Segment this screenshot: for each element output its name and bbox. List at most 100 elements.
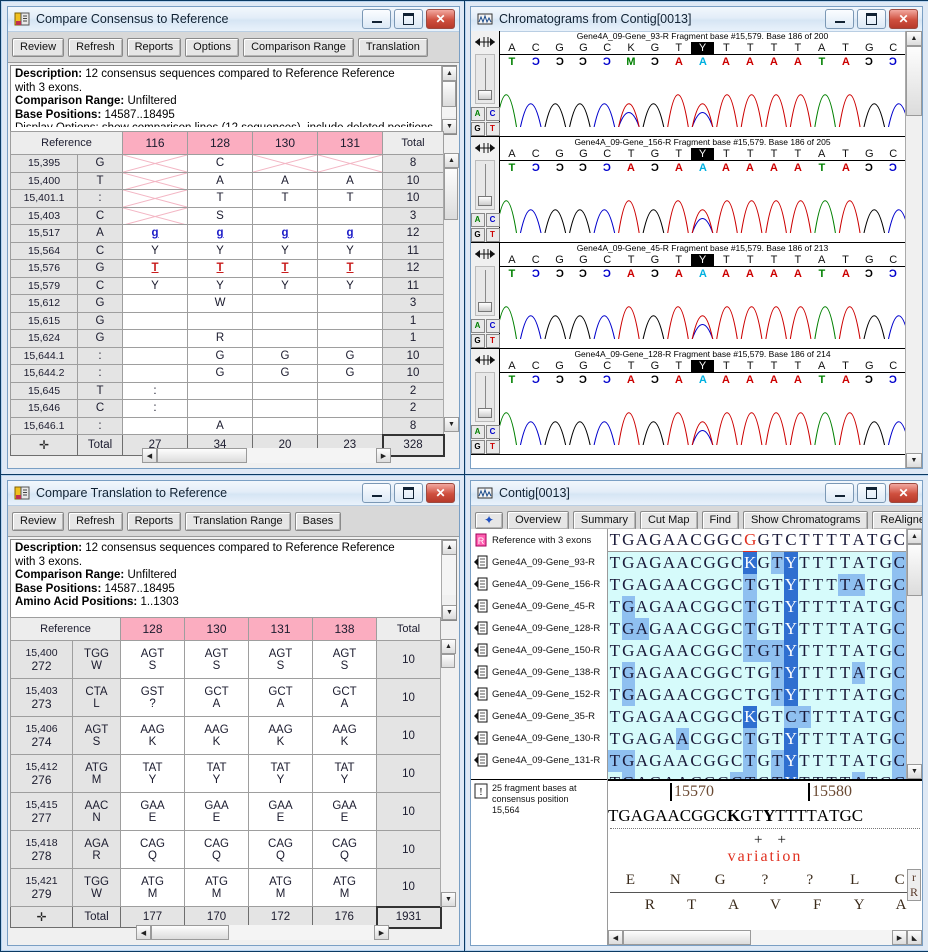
alignment-base[interactable]: A xyxy=(662,684,676,706)
alignment-base[interactable]: T xyxy=(743,640,758,662)
alignment-base[interactable]: G xyxy=(879,706,893,728)
alignment-base[interactable]: A xyxy=(635,728,649,750)
called-base[interactable]: A xyxy=(500,148,524,160)
resize-trace-icon[interactable] xyxy=(473,35,497,51)
alignment-base[interactable]: T xyxy=(865,640,879,662)
scroll-up-arrow[interactable]: ▲ xyxy=(442,540,456,555)
alignment-base[interactable]: C xyxy=(730,618,744,640)
called-base[interactable]: T xyxy=(834,42,858,54)
called-base[interactable]: T xyxy=(786,42,810,54)
grid-scroll-down-arrow[interactable]: ▼ xyxy=(441,892,456,907)
alignment-base[interactable]: T xyxy=(771,529,785,551)
alignment-row[interactable]: TGAGAACGGCTGTYTTTTATGC xyxy=(608,662,906,684)
alignment-base[interactable]: G xyxy=(757,772,771,779)
alignment-base[interactable]: T xyxy=(825,728,839,750)
called-base[interactable]: C xyxy=(524,360,548,372)
base-filter-a-button[interactable]: A xyxy=(471,213,485,227)
cell-codon[interactable]: GAA E xyxy=(120,792,186,831)
alignment-base[interactable]: T xyxy=(825,640,839,662)
alignment-base[interactable]: T xyxy=(770,552,785,574)
alignment-base[interactable]: G xyxy=(622,529,636,551)
called-base[interactable]: G xyxy=(643,148,667,160)
trace-scale-slider[interactable] xyxy=(475,160,495,210)
called-base[interactable]: G xyxy=(571,148,595,160)
translation-range-button[interactable]: Translation Range xyxy=(185,511,291,531)
alignment-base[interactable]: Y xyxy=(784,596,798,618)
called-base[interactable]: G xyxy=(643,42,667,54)
alignment-base[interactable]: G xyxy=(649,552,663,574)
called-base[interactable]: C xyxy=(524,42,548,54)
alignment-base[interactable]: A xyxy=(662,640,676,662)
alignment-base[interactable]: T xyxy=(838,618,852,640)
alignment-base[interactable]: T xyxy=(798,529,812,551)
alignment-base[interactable]: A xyxy=(635,662,649,684)
grid-scroll-up-arrow[interactable]: ▲ xyxy=(444,153,459,168)
list-item[interactable]: R Reference with 3 exons xyxy=(471,529,607,551)
base-filter-g-button[interactable]: G xyxy=(471,228,485,242)
resize-trace-icon[interactable] xyxy=(473,141,497,157)
cell-variant[interactable]: A xyxy=(187,171,254,190)
called-base[interactable]: G xyxy=(571,42,595,54)
called-base[interactable]: G xyxy=(643,254,667,266)
trace-plot[interactable] xyxy=(500,389,905,446)
alignment-base[interactable]: G xyxy=(649,772,663,779)
alignment-base[interactable]: T xyxy=(798,596,812,618)
alignment-base[interactable]: C xyxy=(730,684,744,706)
alignment-base[interactable]: A xyxy=(635,706,649,728)
alignment-base[interactable]: G xyxy=(879,552,893,574)
called-base[interactable]: T xyxy=(786,360,810,372)
alignment-base[interactable]: T xyxy=(771,618,785,640)
cell-variant[interactable]: A xyxy=(252,171,319,190)
comparison-range-button[interactable]: Comparison Range xyxy=(243,37,354,57)
alignment-base[interactable]: C xyxy=(892,552,906,574)
alignment-base[interactable]: T xyxy=(865,772,879,779)
alignment-base[interactable]: G xyxy=(649,574,663,596)
column-header-sample[interactable]: 130 xyxy=(184,617,250,641)
base-filter-g-button[interactable]: G xyxy=(471,440,485,454)
base-filter-a-button[interactable]: A xyxy=(471,107,485,121)
alignment-row[interactable]: TGAGAACGGCTGTYTTTTATGC xyxy=(608,684,906,706)
alignment-scrollbar[interactable]: ▲ ▼ xyxy=(906,529,922,779)
alignment-base[interactable]: K xyxy=(743,552,758,574)
list-item[interactable]: Gene4A_09-Gene_131-R xyxy=(471,749,607,771)
alignment-base[interactable]: T xyxy=(743,662,757,684)
minimize-button[interactable] xyxy=(825,9,854,29)
alignment-base[interactable]: G xyxy=(879,574,893,596)
close-button[interactable]: ✕ xyxy=(426,9,455,29)
called-base[interactable]: T xyxy=(738,360,762,372)
alignment-base[interactable]: T xyxy=(771,574,785,596)
alignment-base[interactable]: G xyxy=(622,552,636,574)
alignment-base[interactable]: A xyxy=(852,728,866,750)
up-arrow-icon[interactable]: ✦ xyxy=(475,511,504,529)
cell-variant[interactable] xyxy=(122,329,189,348)
cell-variant[interactable] xyxy=(317,381,384,400)
alignment-base[interactable]: G xyxy=(649,706,663,728)
cell-variant[interactable]: G xyxy=(317,364,384,383)
cell-variant[interactable] xyxy=(317,294,384,313)
cell-variant[interactable]: T xyxy=(252,259,319,278)
alignment-base[interactable]: T xyxy=(608,706,622,728)
cell-codon[interactable]: TAT Y xyxy=(120,754,186,793)
called-base[interactable]: G xyxy=(857,360,881,372)
alignment-base[interactable]: G xyxy=(622,574,636,596)
cell-variant[interactable] xyxy=(252,294,319,313)
column-header-total[interactable]: Total xyxy=(376,617,442,641)
cell-codon[interactable]: GAA E xyxy=(312,792,378,831)
column-header-sample[interactable]: 128 xyxy=(187,131,254,155)
cell-variant[interactable] xyxy=(187,311,254,330)
alignment-row[interactable]: TGAGAACGGCTGTYTTTTATGC xyxy=(608,596,906,618)
called-base[interactable]: T xyxy=(714,42,738,54)
cell-variant[interactable] xyxy=(122,346,189,365)
cell-variant[interactable] xyxy=(252,311,319,330)
called-base[interactable]: Y xyxy=(690,147,715,160)
called-base[interactable]: A xyxy=(810,360,834,372)
alignment-base[interactable]: C xyxy=(892,596,906,618)
called-base[interactable]: T xyxy=(762,360,786,372)
description-scrollbar[interactable]: ▲ ▼ xyxy=(441,66,456,134)
alignment-base[interactable]: T xyxy=(811,618,825,640)
alignment-base[interactable]: G xyxy=(622,640,636,662)
alignment-base[interactable]: G xyxy=(716,706,730,728)
alignment-base[interactable]: T xyxy=(865,596,879,618)
called-base[interactable]: T xyxy=(738,254,762,266)
cell-variant[interactable] xyxy=(252,329,319,348)
